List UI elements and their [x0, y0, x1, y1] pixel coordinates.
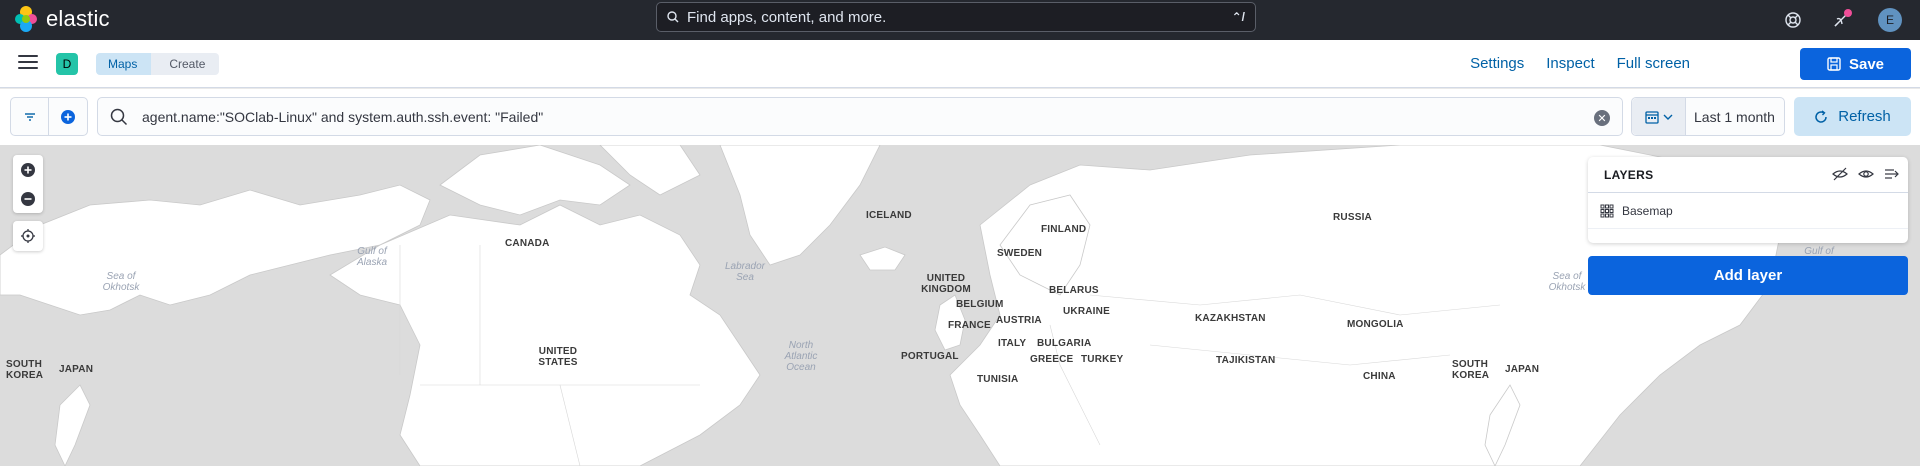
zoom-out-button[interactable] [13, 184, 43, 213]
header-actions: E [1782, 0, 1920, 40]
map-label-south-korea: SOUTH KOREA [6, 359, 44, 381]
map-label-tunisia: TUNISIA [977, 374, 1019, 385]
map-label-sweden: SWEDEN [997, 248, 1043, 259]
map-label-italy: ITALY [998, 338, 1027, 349]
brand-name: elastic [46, 6, 110, 31]
filter-controls [10, 97, 88, 136]
user-avatar[interactable]: E [1878, 8, 1902, 32]
map-label-portugal: PORTUGAL [901, 351, 959, 362]
layer-tools [1832, 166, 1900, 182]
sea-label-labrador-sea: Labrador Sea [724, 261, 766, 283]
eye-icon[interactable] [1858, 166, 1874, 182]
inspect-link[interactable]: Inspect [1546, 55, 1594, 72]
app-menu-links: Settings Inspect Full screen [1470, 55, 1690, 72]
breadcrumb-maps[interactable]: Maps [96, 53, 152, 75]
search-shortcut: ⌃/ [1231, 10, 1245, 24]
filter-menu-button[interactable] [11, 98, 50, 135]
map-canvas[interactable]: CANADA ICELAND FINLAND SWEDEN RUSSIA UNI… [0, 145, 1920, 466]
minus-circle-icon [21, 191, 35, 206]
map-label-france: FRANCE [948, 320, 991, 331]
filter-icon [24, 112, 35, 121]
add-layer-button[interactable]: Add layer [1588, 256, 1908, 295]
elastic-logo-icon [15, 6, 37, 32]
full-screen-link[interactable]: Full screen [1617, 55, 1690, 72]
map-label-austria: AUSTRIA [996, 315, 1042, 326]
date-range-label[interactable]: Last 1 month [1694, 109, 1775, 125]
sea-label-gulf-of-alaska: Gulf of Alaska [356, 246, 387, 268]
map-label-japan: JAPAN [59, 364, 94, 375]
layer-control-header: LAYERS [1588, 157, 1908, 193]
save-icon [1827, 57, 1841, 71]
layer-item-basemap[interactable]: Basemap [1588, 193, 1908, 229]
grid-icon [1600, 204, 1614, 217]
notification-dot [1844, 9, 1852, 17]
map-label-belgium: BELGIUM [956, 299, 1004, 310]
layer-control-panel: LAYERS Basemap [1588, 157, 1908, 243]
save-button[interactable]: Save [1800, 48, 1911, 80]
zoom-controls [13, 155, 43, 213]
map-label-bulgaria: BULGARIA [1037, 338, 1092, 349]
map-label-ukraine: UKRAINE [1063, 306, 1110, 317]
refresh-icon [1815, 109, 1827, 123]
chevron-down-icon [1663, 114, 1672, 120]
collapse-panel-icon[interactable] [1884, 166, 1900, 182]
plus-circle-icon [21, 162, 35, 177]
query-bar: agent.name:"SOClab-Linux" and system.aut… [0, 89, 1920, 145]
clear-query-icon[interactable]: ✕ [1594, 110, 1610, 126]
search-icon [667, 11, 679, 23]
menu-toggle-icon[interactable] [18, 55, 38, 71]
sea-label-north-atlantic: North Atlantic Ocean [784, 340, 818, 373]
reset-view-button[interactable] [13, 221, 43, 251]
map-label-canada: CANADA [505, 238, 550, 249]
map-label-greece: GREECE [1030, 354, 1074, 365]
global-header: elastic Find apps, content, and more. ⌃/ [0, 0, 1920, 40]
map-label-iceland: ICELAND [866, 210, 912, 221]
date-picker: Last 1 month [1631, 97, 1785, 136]
crosshair-icon [21, 229, 35, 243]
refresh-button[interactable]: Refresh [1794, 97, 1911, 136]
search-icon [110, 108, 128, 125]
help-icon[interactable] [1782, 9, 1804, 31]
newsfeed-icon[interactable] [1830, 9, 1852, 31]
plus-circle-icon [61, 109, 75, 124]
settings-link[interactable]: Settings [1470, 55, 1524, 72]
zoom-in-button[interactable] [13, 155, 43, 184]
refresh-label: Refresh [1838, 108, 1891, 125]
sea-label-sea-of-okhotsk-east: Sea of Okhotsk [1548, 271, 1586, 293]
kql-query-input[interactable]: agent.name:"SOClab-Linux" and system.aut… [97, 97, 1623, 136]
map-label-russia: RUSSIA [1333, 212, 1372, 223]
save-label: Save [1848, 55, 1885, 73]
map-label-tajikistan: TAJIKISTAN [1216, 355, 1276, 366]
map-label-kazakhstan: KAZAKHSTAN [1195, 313, 1266, 324]
layer-name: Basemap [1622, 203, 1673, 218]
sea-label-sea-of-okhotsk: Sea of Okhotsk [102, 271, 140, 293]
map-label-united-states: UNITED STATES [538, 346, 578, 368]
breadcrumb-create: Create [151, 53, 220, 75]
breadcrumb: Maps Create [96, 53, 220, 75]
space-selector[interactable]: D [56, 53, 78, 75]
map-label-japan-east: JAPAN [1505, 364, 1540, 375]
map-label-china: CHINA [1363, 371, 1396, 382]
query-text: agent.name:"SOClab-Linux" and system.aut… [142, 108, 544, 125]
app-header: D Maps Create Settings Inspect Full scre… [0, 40, 1920, 88]
layers-title: LAYERS [1604, 167, 1654, 182]
global-search-input[interactable]: Find apps, content, and more. ⌃/ [656, 2, 1256, 32]
calendar-icon [1644, 110, 1659, 124]
quick-select-button[interactable] [1632, 98, 1686, 135]
map-label-finland: FINLAND [1041, 224, 1087, 235]
map-label-uk: UNITED KINGDOM [921, 273, 971, 295]
map-label-mongolia: MONGOLIA [1347, 319, 1404, 330]
elastic-logo[interactable]: elastic [14, 6, 110, 32]
eye-closed-icon[interactable] [1832, 166, 1848, 182]
add-filter-button[interactable] [49, 98, 87, 135]
search-placeholder: Find apps, content, and more. [687, 8, 887, 26]
map-label-turkey: TURKEY [1081, 354, 1124, 365]
map-label-south-korea-east: SOUTH KOREA [1452, 359, 1490, 381]
map-label-belarus: BELARUS [1049, 285, 1099, 296]
